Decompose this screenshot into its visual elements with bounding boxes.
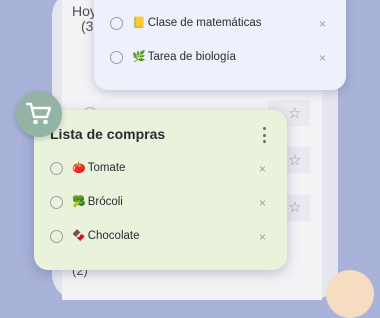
notebook-icon: 📒 bbox=[132, 17, 146, 29]
background-section-count: (3 bbox=[81, 18, 94, 34]
list-item[interactable]: 🍫 Chocolate bbox=[50, 226, 140, 246]
star-icon[interactable]: ☆ bbox=[288, 153, 301, 168]
shopping-cart-badge[interactable] bbox=[16, 91, 62, 137]
school-list-card: 📒 Clase de matemáticas × 🌿 Tarea de biol… bbox=[94, 0, 346, 90]
tomato-icon: 🍅 bbox=[72, 162, 86, 174]
item-label: Brócoli bbox=[87, 196, 123, 208]
close-icon[interactable]: × bbox=[319, 52, 326, 64]
star-icon[interactable]: ☆ bbox=[288, 106, 301, 121]
star-icon[interactable]: ☆ bbox=[288, 200, 301, 215]
item-checkbox[interactable] bbox=[110, 16, 123, 30]
broccoli-icon: 🥦 bbox=[72, 196, 86, 208]
more-vertical-icon[interactable] bbox=[259, 127, 269, 143]
item-checkbox[interactable] bbox=[50, 161, 63, 175]
item-label: Clase de matemáticas bbox=[147, 17, 262, 29]
list-item[interactable]: 🍅 Tomate bbox=[50, 158, 125, 178]
herb-icon: 🌿 bbox=[132, 51, 146, 63]
list-item[interactable]: 📒 Clase de matemáticas bbox=[110, 13, 261, 33]
item-label: Tomate bbox=[87, 162, 126, 174]
shopping-cart-icon bbox=[25, 102, 52, 125]
close-icon[interactable]: × bbox=[259, 163, 266, 175]
item-label: Chocolate bbox=[87, 230, 140, 242]
item-checkbox[interactable] bbox=[110, 50, 123, 64]
card-title: Lista de compras bbox=[50, 126, 166, 142]
item-label: Tarea de biología bbox=[147, 51, 236, 63]
item-checkbox[interactable] bbox=[50, 195, 63, 209]
list-item[interactable]: 🥦 Brócoli bbox=[50, 192, 123, 212]
list-item[interactable]: 🌿 Tarea de biología bbox=[110, 47, 236, 67]
close-icon[interactable]: × bbox=[319, 18, 326, 30]
shopping-list-card: Lista de compras 🍅 Tomate × 🥦 Brócoli × … bbox=[34, 110, 287, 270]
close-icon[interactable]: × bbox=[259, 197, 266, 209]
floating-action-button[interactable] bbox=[326, 270, 374, 318]
close-icon[interactable]: × bbox=[259, 231, 266, 243]
item-checkbox[interactable] bbox=[50, 229, 63, 243]
chocolate-icon: 🍫 bbox=[72, 230, 86, 242]
